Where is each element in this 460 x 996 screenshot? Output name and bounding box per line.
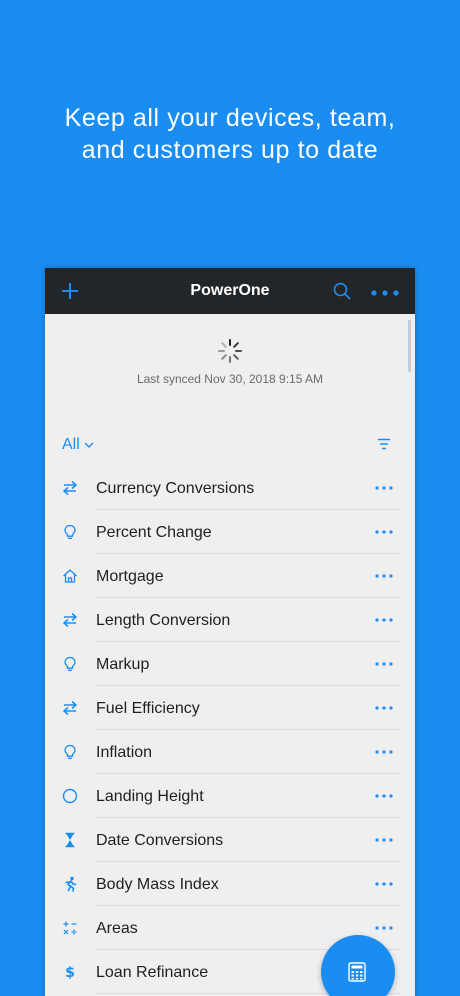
list-item-label: Length Conversion bbox=[96, 612, 231, 629]
more-options-icon[interactable] bbox=[375, 486, 393, 490]
promo-headline-line-2: and customers up to date bbox=[81, 136, 379, 164]
swap-arrows-icon bbox=[62, 700, 78, 716]
circle-icon bbox=[62, 788, 78, 804]
lightbulb-icon bbox=[64, 524, 76, 539]
hourglass-icon bbox=[65, 832, 75, 848]
add-icon[interactable] bbox=[61, 282, 79, 300]
more-options-icon[interactable] bbox=[375, 838, 393, 842]
calculator-icon bbox=[348, 962, 366, 982]
app-title: PowerOne bbox=[190, 282, 270, 299]
filter-dropdown[interactable]: All bbox=[62, 436, 94, 454]
swap-arrows-icon bbox=[62, 612, 78, 628]
list-item[interactable]: Currency Conversions bbox=[45, 466, 415, 510]
list-item-label: Date Conversions bbox=[96, 832, 224, 849]
list-item-label: Inflation bbox=[96, 744, 153, 761]
sync-status-area: Last synced Nov 30, 2018 9:15 AM bbox=[45, 338, 415, 388]
list-item[interactable]: Body Mass Index bbox=[45, 862, 415, 906]
more-options-icon[interactable] bbox=[375, 706, 393, 710]
loading-spinner-icon bbox=[218, 339, 242, 363]
list-item[interactable]: Percent Change bbox=[45, 510, 415, 554]
more-options-icon[interactable] bbox=[375, 750, 393, 754]
list-item[interactable]: Mortgage bbox=[45, 554, 415, 598]
list-item[interactable]: Landing Height bbox=[45, 774, 415, 818]
lightbulb-icon bbox=[64, 744, 76, 759]
filter-row: All bbox=[45, 432, 415, 462]
house-icon bbox=[63, 569, 77, 583]
sort-filter-icon[interactable] bbox=[377, 438, 391, 450]
list-item-label: Fuel Efficiency bbox=[96, 700, 200, 717]
more-options-icon[interactable] bbox=[375, 926, 393, 930]
swap-arrows-icon bbox=[62, 480, 78, 496]
more-options-icon[interactable] bbox=[375, 530, 393, 534]
runner-icon bbox=[65, 876, 77, 892]
math-operators-icon bbox=[63, 921, 77, 935]
chevron-down-icon bbox=[84, 442, 94, 448]
more-options-icon[interactable] bbox=[375, 618, 393, 622]
list-item-label: Areas bbox=[96, 920, 138, 937]
search-icon[interactable] bbox=[333, 282, 351, 300]
list-item-label: Currency Conversions bbox=[96, 480, 255, 497]
list-item[interactable]: Inflation bbox=[45, 730, 415, 774]
list-item-label: Percent Change bbox=[96, 524, 212, 541]
promo-headline: Keep all your devices, team, and custome… bbox=[0, 102, 460, 166]
last-synced-text: Last synced Nov 30, 2018 9:15 AM bbox=[136, 372, 324, 386]
promo-headline-line-1: Keep all your devices, team, bbox=[64, 104, 396, 132]
svg-text:$: $ bbox=[65, 965, 75, 980]
list-item-label: Loan Refinance bbox=[96, 964, 209, 981]
list-item[interactable]: Markup bbox=[45, 642, 415, 686]
more-options-icon[interactable] bbox=[375, 882, 393, 886]
list-item-label: Markup bbox=[96, 656, 150, 673]
dollar-icon: $ bbox=[65, 965, 75, 980]
lightbulb-icon bbox=[64, 656, 76, 671]
more-options-icon[interactable] bbox=[371, 290, 399, 296]
filter-selected-label: All bbox=[62, 436, 80, 453]
list-item-label: Mortgage bbox=[96, 568, 164, 585]
list-item-label: Landing Height bbox=[96, 788, 204, 805]
list-item[interactable]: Date Conversions bbox=[45, 818, 415, 862]
more-options-icon[interactable] bbox=[375, 662, 393, 666]
more-options-icon[interactable] bbox=[375, 794, 393, 798]
more-options-icon[interactable] bbox=[375, 574, 393, 578]
list-item-label: Body Mass Index bbox=[96, 876, 219, 893]
list-item[interactable]: Length Conversion bbox=[45, 598, 415, 642]
app-screen: PowerOne Last synced Nov 30, 2018 9:15 A… bbox=[45, 268, 415, 996]
list-item[interactable]: Fuel Efficiency bbox=[45, 686, 415, 730]
calculator-list: Currency Conversions Percent Change Mortga… bbox=[45, 466, 415, 994]
navigation-bar: PowerOne bbox=[45, 268, 415, 314]
